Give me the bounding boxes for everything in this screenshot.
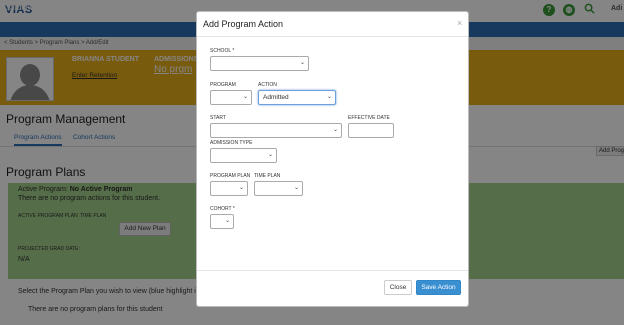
save-action-button[interactable]: Save Action [416,280,461,295]
program-plan-select[interactable]: ⌄ [210,181,248,196]
program-plan-label: PROGRAM PLAN [210,173,251,179]
modal-close-icon[interactable]: × [457,18,462,28]
chevron-down-icon: ⌄ [299,60,305,66]
chevron-down-icon: ⌄ [238,185,244,191]
school-select[interactable]: ⌄ [210,56,309,71]
modal-footer-divider [197,270,468,271]
chevron-down-icon: ⌄ [224,218,230,224]
action-select[interactable]: Admitted ⌄ [258,90,336,105]
effective-date-label: EFFECTIVE DATE [348,115,390,121]
effective-date-input[interactable] [348,123,394,138]
action-label: ACTION [258,82,277,88]
modal-header-divider [197,36,468,37]
program-select[interactable]: ⌄ [210,90,252,105]
admission-type-select[interactable]: ⌄ [210,148,277,163]
close-button[interactable]: Close [384,280,412,295]
modal-title: Add Program Action [203,19,284,29]
start-select[interactable]: ⌄ [210,123,342,138]
chevron-down-icon: ⌄ [326,94,332,100]
cohort-select[interactable]: ⌄ [210,214,234,229]
start-label: START [210,115,226,121]
action-value: Admitted [263,94,289,101]
cohort-label: COHORT * [210,206,235,212]
school-label: SCHOOL * [210,48,235,54]
chevron-down-icon: ⌄ [242,94,248,100]
chevron-down-icon: ⌄ [332,127,338,133]
admission-type-label: ADMISSION TYPE [210,140,253,146]
time-plan-field-label: TIME PLAN [254,173,281,179]
add-program-action-modal: Add Program Action × SCHOOL * ⌄ PROGRAM … [196,11,469,307]
chevron-down-icon: ⌄ [267,152,273,158]
time-plan-select[interactable]: ⌄ [254,181,303,196]
chevron-down-icon: ⌄ [293,185,299,191]
program-label: PROGRAM [210,82,236,88]
